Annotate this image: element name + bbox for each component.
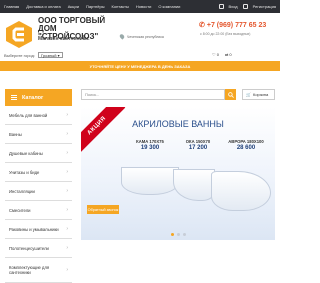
city-value: Грозный <box>41 53 57 58</box>
slider-dot[interactable] <box>170 233 174 236</box>
phone-hours: с 8:00 до 22:00 (Без выходных) <box>200 32 251 36</box>
city-selector: Выберите город: Грозный ▾ <box>4 52 63 58</box>
city-select[interactable]: Грозный ▾ <box>38 52 63 58</box>
login-link[interactable]: Вход <box>229 4 238 9</box>
nav-link-home[interactable]: Главная <box>4 4 19 9</box>
bathtub-image-kama <box>121 167 179 195</box>
callback-label: Обратный звонок <box>87 207 119 212</box>
sale-ribbon: АКЦИЯ <box>81 107 126 155</box>
bathtub-image-oka <box>173 169 215 201</box>
product-price: 28 600 <box>236 145 256 151</box>
nav-link-contacts[interactable]: Контакты <box>112 4 129 9</box>
catalog-item-bathtubs[interactable]: Ванны <box>5 125 72 144</box>
company-tagline: Магазин сантехники. <box>38 36 90 42</box>
promo-banner: УТОЧНЯЙТЕ ЦЕНУ У МЕНЕДЖЕРА В ДЕНЬ ЗАКАЗА <box>0 61 280 71</box>
phone-number[interactable]: ✆ +7 (969) 777 65 23 <box>199 21 267 30</box>
product-avrora[interactable]: АВРОРА 180Х100 28 600 <box>221 139 271 151</box>
region-info: Чеченская республика <box>118 33 164 40</box>
catalog-item-toilets[interactable]: Унитазы и биде <box>5 163 72 182</box>
header-counters: ♡ 0 ⇄ 0 <box>212 52 232 57</box>
region-text: Чеченская республика <box>127 34 164 39</box>
wishlist-count: 0 <box>216 52 219 57</box>
nav-link-sales[interactable]: Акции <box>68 4 79 9</box>
callback-button[interactable]: Обратный звонок <box>87 205 119 214</box>
slider-dots <box>81 233 275 236</box>
top-navigation-bar: Главная Доставка и оплата Акции Партнёры… <box>0 0 280 13</box>
user-icon <box>218 4 224 9</box>
hamburger-icon <box>11 94 17 101</box>
account-links: Вход Регистрация <box>218 4 276 9</box>
phone-icon: ✆ <box>199 22 205 29</box>
bathtub-image-avrora <box>211 171 271 211</box>
catalog-item-bathroom-furniture[interactable]: Мебель для ванной <box>5 106 72 125</box>
catalog-item-accessories[interactable]: Комплектующие для сантехники <box>5 258 72 283</box>
phone-text: +7 (969) 777 65 23 <box>206 21 267 29</box>
company-logo-icon[interactable] <box>6 21 32 48</box>
nav-link-partners[interactable]: Партнёры <box>86 4 105 9</box>
banner-title: АКРИЛОВЫЕ ВАННЫ <box>132 119 224 129</box>
promo-slider[interactable]: АКЦИЯ АКРИЛОВЫЕ ВАННЫ КАМА 170Х75 19 300… <box>81 107 275 240</box>
nav-link-delivery[interactable]: Доставка и оплата <box>26 4 61 9</box>
catalog-item-sinks[interactable]: Раковины и умывальники <box>5 220 72 239</box>
cart-label: Корзина <box>252 92 269 97</box>
nav-link-about[interactable]: О компании <box>158 4 180 9</box>
wishlist-icon[interactable]: ♡ 0 <box>212 52 219 57</box>
promo-text: УТОЧНЯЙТЕ ЦЕНУ У МЕНЕДЖЕРА В ДЕНЬ ЗАКАЗА <box>89 63 191 69</box>
search-icon <box>227 91 234 98</box>
catalog-item-faucets[interactable]: Смесители <box>5 201 72 220</box>
product-price: 19 300 <box>140 145 160 151</box>
product-name: ОКА 150Х70 <box>185 139 211 144</box>
search-input[interactable]: Поиск... <box>81 89 225 100</box>
register-icon <box>242 4 248 9</box>
search-button[interactable] <box>225 89 236 100</box>
cart-icon: 🛒 <box>246 92 251 97</box>
product-name: КАМА 170Х75 <box>136 139 164 144</box>
city-label: Выберите город: <box>4 52 35 58</box>
compare-icon[interactable]: ⇄ 0 <box>225 52 232 57</box>
catalog-item-towel-warmers[interactable]: Полотенцесушители <box>5 239 72 258</box>
catalog-item-installations[interactable]: Инсталляции <box>5 182 72 201</box>
slider-dot[interactable] <box>176 233 180 236</box>
map-pin-icon <box>118 33 126 40</box>
nav-link-news[interactable]: Новости <box>136 4 151 9</box>
product-kama[interactable]: КАМА 170Х75 19 300 <box>125 139 175 151</box>
cart-button[interactable]: 🛒 Корзина <box>242 89 275 100</box>
product-price: 17 200 <box>188 145 208 151</box>
catalog-item-shower-cabins[interactable]: Душевые кабины <box>5 144 72 163</box>
register-link[interactable]: Регистрация <box>253 4 276 9</box>
product-name: АВРОРА 180Х100 <box>228 139 264 144</box>
top-nav: Главная Доставка и оплата Акции Партнёры… <box>4 4 180 9</box>
product-oka[interactable]: ОКА 150Х70 17 200 <box>173 139 223 151</box>
slider-dot[interactable] <box>182 233 186 236</box>
catalog-title: Каталог <box>22 94 44 101</box>
compare-count: 0 <box>229 52 232 57</box>
catalog-button[interactable]: Каталог <box>5 89 72 106</box>
catalog-menu: Мебель для ванной Ванны Душевые кабины У… <box>5 106 72 283</box>
